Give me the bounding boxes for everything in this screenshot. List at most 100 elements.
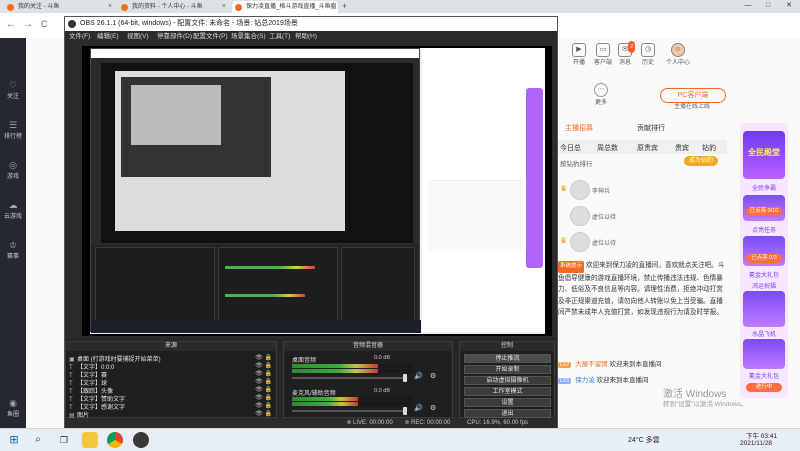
volume-knob[interactable] [403, 407, 407, 415]
new-tab-button[interactable]: + [342, 1, 347, 11]
sidebar-item-label: 游戏 [6, 174, 19, 180]
menu-edit[interactable]: 编辑(E) [97, 31, 119, 42]
meter-fill [292, 397, 358, 401]
header-user-center[interactable]: ☺ 个人中心 [666, 43, 690, 66]
avatar: ☺ [671, 43, 685, 57]
visibility-lock-icons[interactable]: 👁 🔒 [255, 354, 272, 361]
tab-close-icon[interactable]: × [330, 1, 334, 13]
visibility-lock-icons[interactable]: 👁 🔒 [255, 402, 272, 409]
task-view-icon[interactable]: ❐ [56, 432, 72, 448]
back-icon[interactable]: ← [6, 19, 16, 30]
promo-panel: 全民殿堂 全民争霸 已点亮 0/10 点亮任务 已点亮 0/3 氪金大礼包 鸿运… [740, 123, 788, 398]
obs-preview[interactable] [82, 46, 552, 336]
menu-file[interactable]: 文件(F) [69, 31, 90, 42]
nested-taskbar [91, 320, 421, 333]
sidebar-item-game[interactable]: ◎ 游戏 [0, 160, 26, 180]
header-message[interactable]: ✉ 2 消息 [618, 41, 635, 66]
promo-label: 氪金大礼包 [748, 374, 779, 380]
activation-watermark-subtitle: 转到“设置”以激活 Windows。 [663, 401, 748, 408]
header-history[interactable]: ◷ 历史 [641, 43, 655, 66]
volume-knob[interactable] [403, 374, 407, 382]
stop-streaming-button[interactable]: 停止推流 [464, 354, 551, 363]
virtual-camera-button[interactable]: 启动虚拟摄像机 [464, 376, 551, 385]
sidebar-item-cloud-game[interactable]: ☁ 云游戏 [0, 200, 26, 220]
promo-banner[interactable]: 全民殿堂 [743, 131, 785, 179]
menu-help[interactable]: 帮助(H) [295, 31, 317, 42]
cloud-game-icon: ☁ [8, 200, 18, 210]
windows-taskbar: ⊞ ⌕ ❐ 24°C 多雲 下午 03:41 2021/11/28 [0, 428, 800, 451]
gear-icon[interactable]: ⚙ [430, 372, 436, 380]
avatar [570, 180, 590, 200]
clock-time[interactable]: 下午 03:41 [746, 430, 777, 440]
menu-profile[interactable]: 配置文件(P) [193, 31, 228, 42]
obs-title: OBS 26.1.1 (64-bit, windows) - 配置文件: 未命名… [80, 20, 298, 27]
volume-slider[interactable] [292, 374, 407, 382]
obs-icon[interactable] [133, 432, 149, 448]
more-menu[interactable]: ⋯ 更多 [594, 83, 608, 106]
tab-recruit[interactable]: 主播招募 [565, 123, 593, 133]
visibility-lock-icons[interactable]: 👁 🔒 [255, 410, 272, 417]
tab-close-icon[interactable]: × [108, 1, 112, 13]
menu-scene-collection[interactable]: 场景集合(S) [231, 31, 266, 42]
promo-chip: 已点亮 0/3 [746, 254, 782, 263]
clock-date[interactable]: 2021/11/28 [740, 440, 772, 447]
sidebar-item-rank[interactable]: ☰ 排行榜 [0, 120, 26, 140]
menu-docks[interactable]: 停靠部件(D) [157, 31, 192, 42]
sidebar-item-follow[interactable]: ♡ 关注 [0, 80, 26, 100]
audio-meter [292, 364, 412, 368]
visibility-lock-icons[interactable]: 👁 🔒 [255, 362, 272, 369]
chrome-icon[interactable] [107, 432, 123, 448]
visibility-lock-icons[interactable]: 👁 🔒 [255, 394, 272, 401]
become-diamond-button[interactable]: 成为钻豹 [684, 156, 718, 166]
file-explorer-icon[interactable] [82, 432, 98, 448]
volume-slider[interactable] [292, 407, 407, 415]
subtab-vip[interactable]: 贵宾 [675, 143, 689, 153]
settings-button[interactable]: 设置 [464, 398, 551, 407]
exit-button[interactable]: 退出 [464, 409, 551, 418]
speaker-icon[interactable]: 🔊 [414, 372, 423, 380]
header-broadcast[interactable]: ▶ 开播 [572, 43, 586, 66]
chat-line: LV7 大屋不留情 欢迎来到本直播间 [558, 358, 662, 368]
sidebar-item-event[interactable]: ♔ 赛事 [0, 240, 26, 260]
subtab-diamond[interactable]: 钻豹 [702, 143, 716, 153]
minimize-button[interactable]: — [738, 0, 758, 13]
menu-tools[interactable]: 工具(T) [269, 31, 290, 42]
chat-user[interactable]: 大屋不留情 [575, 361, 608, 368]
forward-icon[interactable]: → [23, 19, 33, 30]
reload-icon[interactable]: C [41, 19, 48, 29]
preview-capture [90, 48, 545, 334]
close-window-button[interactable]: ✕ [779, 0, 799, 13]
sidebar-item-circle[interactable]: ◉ 鱼圈 [0, 398, 26, 418]
tab-live-room[interactable]: 保力凌直播_格斗游戏直播_斗鱼直 × [232, 1, 338, 13]
tab-contribution[interactable]: 贡献排行 [637, 123, 665, 133]
nested-promo [526, 88, 543, 268]
tab-close-icon[interactable]: × [222, 1, 226, 13]
subtab-today[interactable]: 今日总 [560, 143, 581, 153]
nested-sources-dock [95, 247, 215, 327]
subtab-original[interactable]: 原贵宾 [637, 143, 658, 153]
gear-icon[interactable]: ⚙ [430, 404, 436, 412]
visibility-lock-icons[interactable]: 👁 🔒 [255, 378, 272, 385]
menu-view[interactable]: 视图(V) [127, 31, 149, 42]
promo-card[interactable] [743, 291, 785, 327]
maximize-button[interactable]: □ [758, 0, 778, 13]
obs-title-bar[interactable]: OBS 26.1.1 (64-bit, windows) - 配置文件: 未命名… [65, 17, 557, 31]
search-icon[interactable]: ⌕ [30, 432, 46, 448]
header-client[interactable]: ▭ 客户端 [594, 43, 612, 66]
visibility-lock-icons[interactable]: 👁 🔒 [255, 370, 272, 377]
studio-mode-button[interactable]: 工作室模式 [464, 387, 551, 396]
promo-card[interactable] [743, 339, 785, 369]
tab-profile[interactable]: 我的资料 - 个人中心 - 斗鱼 × [118, 1, 230, 13]
nested-web-page [422, 48, 545, 332]
subtab-week[interactable]: 周总数 [597, 143, 618, 153]
nested-capture-level2 [121, 77, 271, 177]
mixer-db: 0.0 dB [374, 355, 390, 361]
chat-user[interactable]: 保力凌 [575, 377, 595, 384]
speaker-icon[interactable]: 🔊 [414, 404, 423, 412]
start-recording-button[interactable]: 开始录制 [464, 365, 551, 374]
tab-follow[interactable]: 我的关注 - 斗鱼 × [4, 1, 116, 13]
windows-start-icon[interactable]: ⊞ [6, 432, 22, 448]
weather-widget[interactable]: 24°C 多雲 [628, 435, 660, 445]
visibility-lock-icons[interactable]: 👁 🔒 [255, 386, 272, 393]
client-icon: ▭ [596, 43, 610, 57]
